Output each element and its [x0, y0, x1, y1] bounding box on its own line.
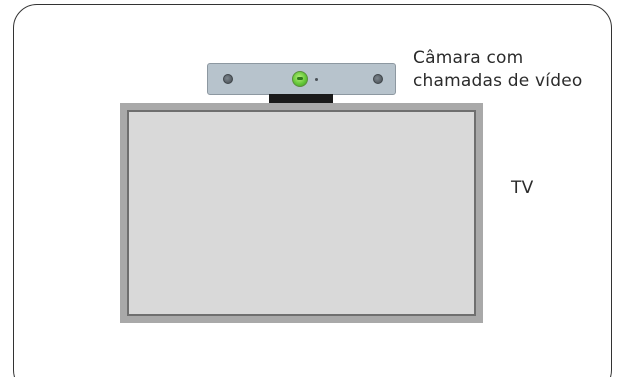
- camera-microphone-icon: [315, 78, 318, 81]
- tv-screen: [127, 110, 476, 316]
- diagram-canvas: Câmara com chamadas de vídeo TV: [0, 0, 617, 377]
- camera-mount-bracket: [269, 94, 333, 103]
- camera-label: Câmara com chamadas de vídeo: [413, 47, 582, 93]
- camera-left-speaker-icon: [223, 74, 233, 84]
- camera-lens-core: [297, 77, 303, 80]
- camera-right-speaker-icon: [373, 74, 383, 84]
- tv-label: TV: [511, 178, 534, 198]
- video-call-camera: [207, 63, 396, 95]
- camera-label-line-2: chamadas de vídeo: [413, 71, 583, 91]
- camera-label-line-1: Câmara com: [413, 48, 524, 68]
- camera-lens-icon: [292, 71, 308, 87]
